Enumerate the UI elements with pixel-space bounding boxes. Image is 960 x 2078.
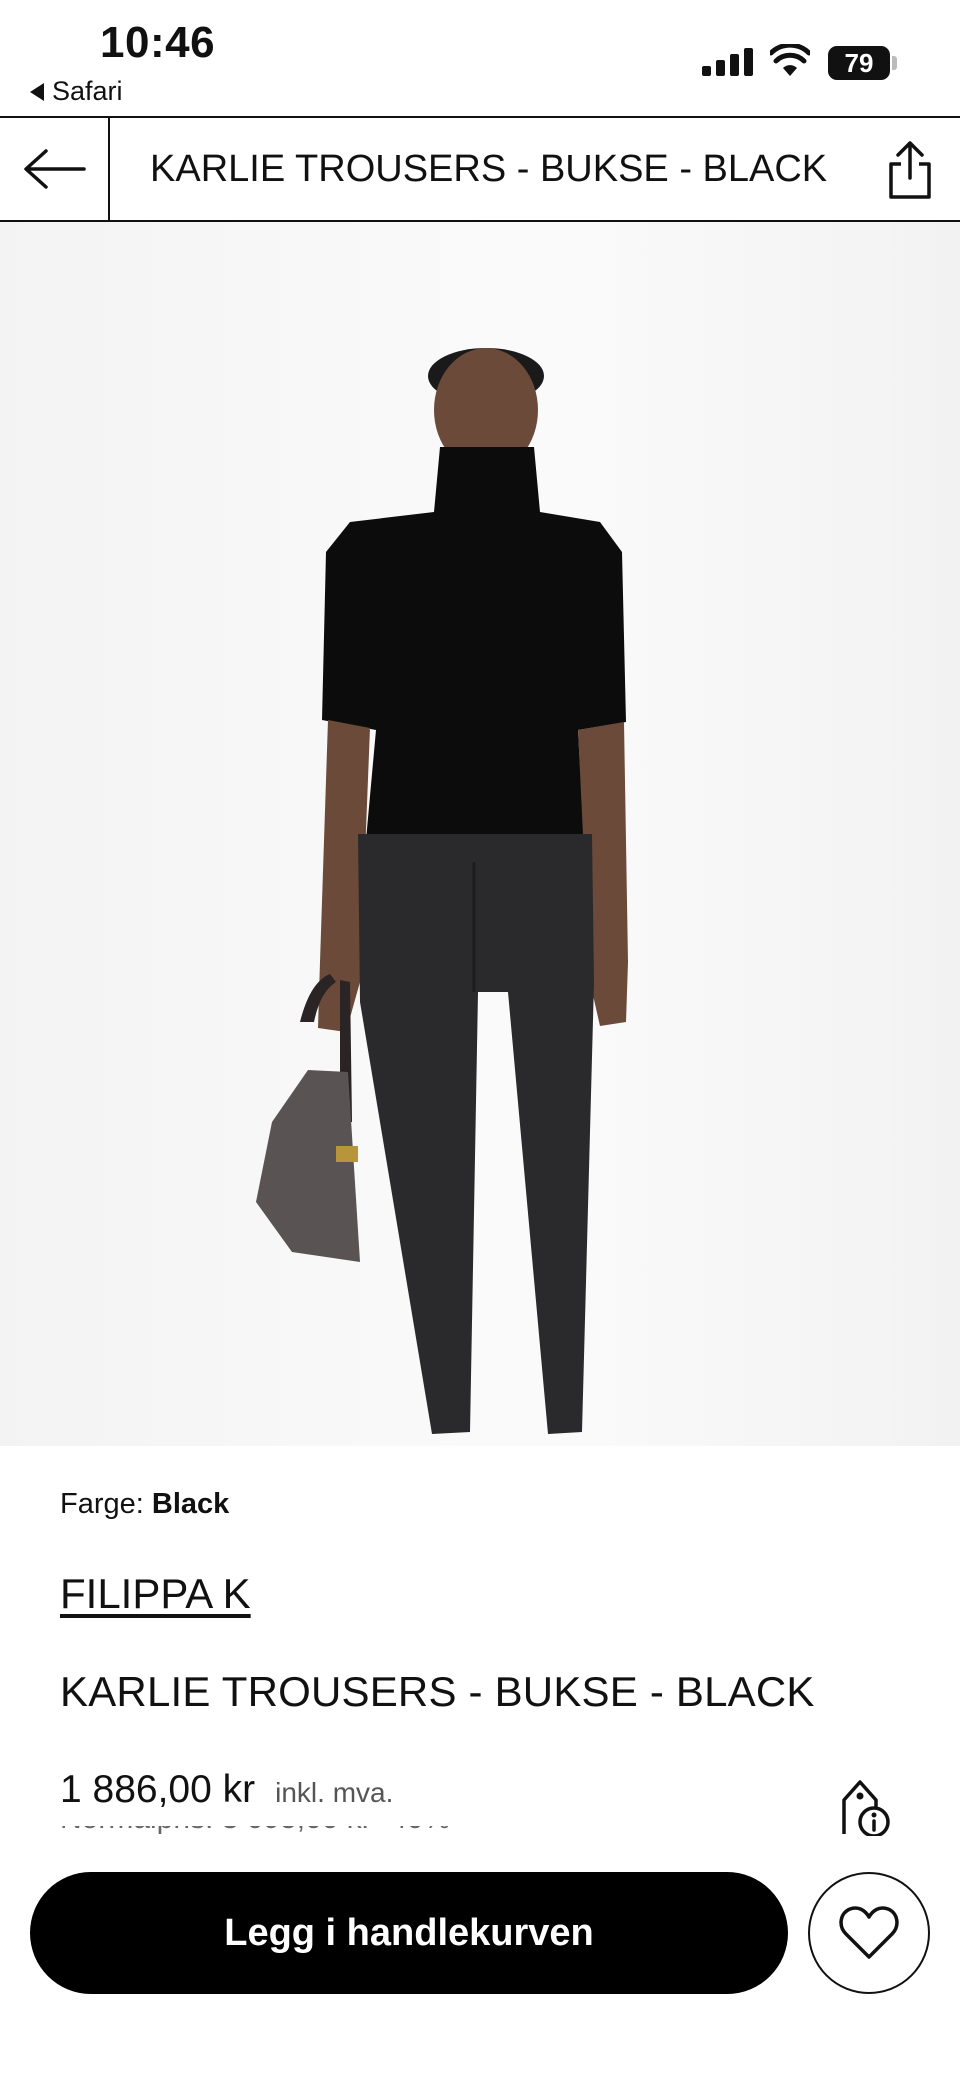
battery-tip — [892, 56, 897, 70]
header-title: KARLIE TROUSERS - BUKSE - BLACK — [150, 148, 828, 190]
color-label: Farge: — [60, 1488, 144, 1520]
add-to-cart-button[interactable]: Legg i handlekurven — [30, 1872, 788, 1994]
color-value: Black — [151, 1488, 230, 1520]
previous-price-clipped: Normalpris: 3 095,00 kr -40% — [60, 1826, 560, 1836]
product-name: KARLIE TROUSERS - BUKSE - BLACK — [60, 1668, 815, 1715]
share-icon — [889, 141, 931, 199]
brand-link[interactable]: FILIPPA K — [60, 1570, 251, 1618]
back-app-label: Safari — [52, 76, 123, 106]
color-row: Farge: Black — [60, 1488, 229, 1521]
price-tag-info-icon — [842, 1780, 890, 1838]
back-button[interactable] — [0, 118, 110, 220]
back-to-app[interactable]: Safari — [30, 76, 123, 107]
status-time: 10:46 — [100, 18, 216, 67]
battery-level: 79 — [828, 46, 890, 80]
cellular-signal-icon — [702, 48, 753, 76]
model-photo — [256, 348, 628, 1434]
heart-icon — [839, 1906, 899, 1959]
arrow-left-icon — [24, 149, 86, 189]
price-row: 1 886,00 kr inkl. mva. — [60, 1768, 393, 1812]
back-triangle-icon — [30, 82, 44, 101]
vat-note: inkl. mva. — [275, 1777, 394, 1808]
product-header: KARLIE TROUSERS - BUKSE - BLACK — [0, 116, 960, 222]
previous-price: Normalpris: 3 095,00 kr -40% — [60, 1826, 560, 1836]
wishlist-button[interactable] — [808, 1872, 930, 1994]
price: 1 886,00 kr — [60, 1768, 256, 1811]
share-button[interactable] — [880, 140, 940, 200]
status-bar: 10:46 Safari 79 — [0, 0, 960, 116]
product-image[interactable] — [0, 222, 960, 1446]
bottom-action-bar: Legg i handlekurven — [0, 1836, 960, 2078]
wifi-icon — [770, 44, 810, 76]
price-info-button[interactable] — [830, 1776, 892, 1838]
